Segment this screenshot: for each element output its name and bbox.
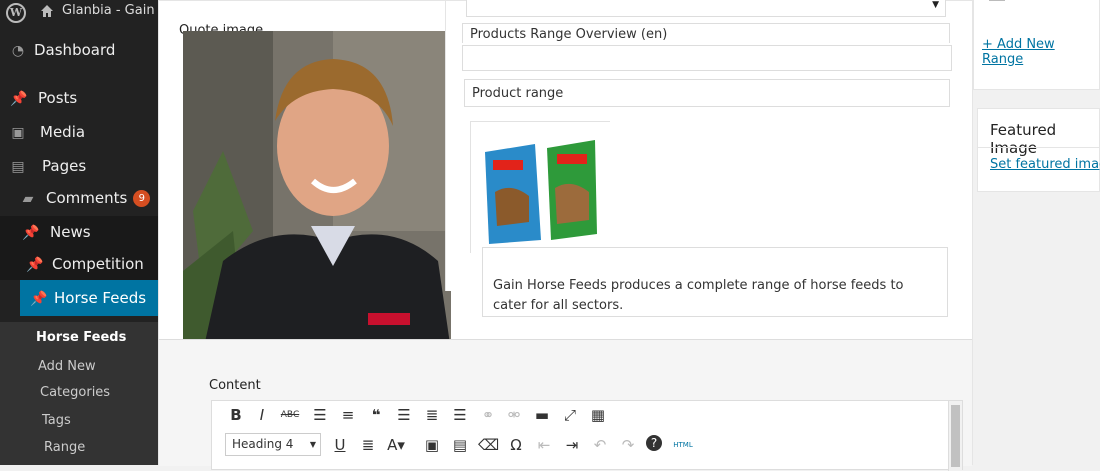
paste-word-icon[interactable]: ▤ <box>450 435 470 455</box>
divider <box>978 147 1100 148</box>
description-textarea[interactable]: Gain Horse Feeds produces a complete ran… <box>482 247 948 317</box>
comment-bubble-icon: ▰ <box>22 191 34 207</box>
feed-bags-image <box>471 122 611 254</box>
pin-icon: 📌 <box>30 291 48 307</box>
portrait-image <box>183 31 451 351</box>
redo-icon[interactable]: ↷ <box>618 435 638 455</box>
special-character-icon[interactable]: Ω <box>506 435 526 455</box>
home-icon[interactable] <box>40 4 54 18</box>
product-range-image[interactable] <box>470 121 611 254</box>
menu-horse-feeds[interactable]: 📌 Horse Feeds <box>20 280 180 316</box>
submenu-add-new[interactable]: Add New <box>38 359 96 374</box>
pages-icon: ▤ <box>11 159 25 175</box>
dashboard-icon: ◔ <box>11 43 25 59</box>
title-field-extra[interactable] <box>462 45 952 71</box>
blockquote-icon[interactable]: ❝ <box>366 405 386 425</box>
edit-post-main: Quote image ▼ Products Range Overview (e… <box>158 0 973 471</box>
submenu-range[interactable]: Range <box>44 440 85 455</box>
submenu-categories[interactable]: Categories <box>40 385 110 400</box>
wordpress-logo-icon[interactable]: W <box>6 3 26 23</box>
range-box: + Add New Range <box>973 0 1100 90</box>
menu-competition-label: Competition <box>52 255 144 273</box>
submenu-tags[interactable]: Tags <box>42 413 71 428</box>
pin-icon: 📌 <box>22 225 40 241</box>
title-field[interactable]: Products Range Overview (en) <box>462 23 950 43</box>
meta-fields-panel: ▼ Products Range Overview (en) Product r… <box>445 0 967 317</box>
more-tag-icon[interactable]: ▬ <box>532 405 552 425</box>
comments-count-badge: 9 <box>133 190 151 207</box>
outdent-icon[interactable]: ⇤ <box>534 435 554 455</box>
paste-text-icon[interactable]: ▣ <box>422 435 442 455</box>
menu-pages-label: Pages <box>42 157 87 175</box>
content-section: Content B I ABC ☰ ≡ ❝ ☰ ≣ ☰ ⚭ ⚮ ▬ ⤢ ▦ He… <box>159 339 972 471</box>
add-new-range-link[interactable]: + Add New Range <box>982 37 1099 67</box>
menu-news-label: News <box>50 223 91 241</box>
align-right-icon[interactable]: ☰ <box>450 405 470 425</box>
bold-icon[interactable]: B <box>226 405 246 425</box>
site-name-link[interactable]: Glanbia - Gain <box>62 3 155 18</box>
editor-scrollbar[interactable] <box>948 401 962 471</box>
menu-media-label: Media <box>40 123 86 141</box>
bullet-list-icon[interactable]: ☰ <box>310 405 330 425</box>
subtitle-field[interactable]: Product range <box>464 79 950 107</box>
chevron-down-icon: ▼ <box>932 0 939 10</box>
indent-icon[interactable]: ⇥ <box>562 435 582 455</box>
text-color-icon[interactable]: A▾ <box>386 435 406 455</box>
media-icon: ▣ <box>11 125 25 141</box>
menu-dashboard-label: Dashboard <box>34 41 116 59</box>
numbered-list-icon[interactable]: ≡ <box>338 405 358 425</box>
undo-icon[interactable]: ↶ <box>590 435 610 455</box>
chevron-down-icon: ▼ <box>309 440 316 449</box>
justify-icon[interactable]: ≣ <box>358 435 378 455</box>
set-featured-image-link[interactable]: Set featured image <box>990 157 1100 172</box>
quote-photo[interactable] <box>183 31 451 351</box>
format-select-value: Heading 4 <box>232 437 294 451</box>
italic-icon[interactable]: I <box>252 405 272 425</box>
toolbar-toggle-icon[interactable]: ▦ <box>588 405 608 425</box>
format-select[interactable]: Heading 4 ▼ <box>225 433 321 456</box>
submenu-horse-feeds[interactable]: Horse Feeds <box>36 330 126 345</box>
language-select[interactable]: ▼ <box>466 0 946 17</box>
featured-image-box: Featured Image Set featured image <box>977 108 1100 192</box>
featured-image-title: Featured Image <box>990 121 1057 157</box>
menu-horse-feeds-label: Horse Feeds <box>54 289 147 307</box>
pin-icon: 📌 <box>10 91 28 107</box>
menu-comments-label: Comments <box>46 189 128 207</box>
menu-posts-label: Posts <box>38 89 78 107</box>
align-center-icon[interactable]: ≣ <box>422 405 442 425</box>
pin-icon: 📌 <box>26 257 44 273</box>
right-sidebar: + Add New Range Featured Image Set featu… <box>973 0 1100 465</box>
help-icon[interactable]: ? <box>646 435 662 451</box>
range-checkbox[interactable] <box>989 0 1005 1</box>
clear-formatting-icon[interactable]: ⌫ <box>478 435 499 455</box>
content-label: Content <box>209 378 261 393</box>
underline-icon[interactable]: U <box>330 435 350 455</box>
strikethrough-icon[interactable]: ABC <box>280 405 300 425</box>
content-editor[interactable]: B I ABC ☰ ≡ ❝ ☰ ≣ ☰ ⚭ ⚮ ▬ ⤢ ▦ Heading 4 … <box>211 400 963 471</box>
unlink-icon[interactable]: ⚮ <box>504 405 524 425</box>
html-button[interactable]: HTML <box>670 435 696 455</box>
align-left-icon[interactable]: ☰ <box>394 405 414 425</box>
fullscreen-icon[interactable]: ⤢ <box>560 405 580 425</box>
scrollbar-thumb[interactable] <box>951 405 960 467</box>
link-icon[interactable]: ⚭ <box>478 405 498 425</box>
